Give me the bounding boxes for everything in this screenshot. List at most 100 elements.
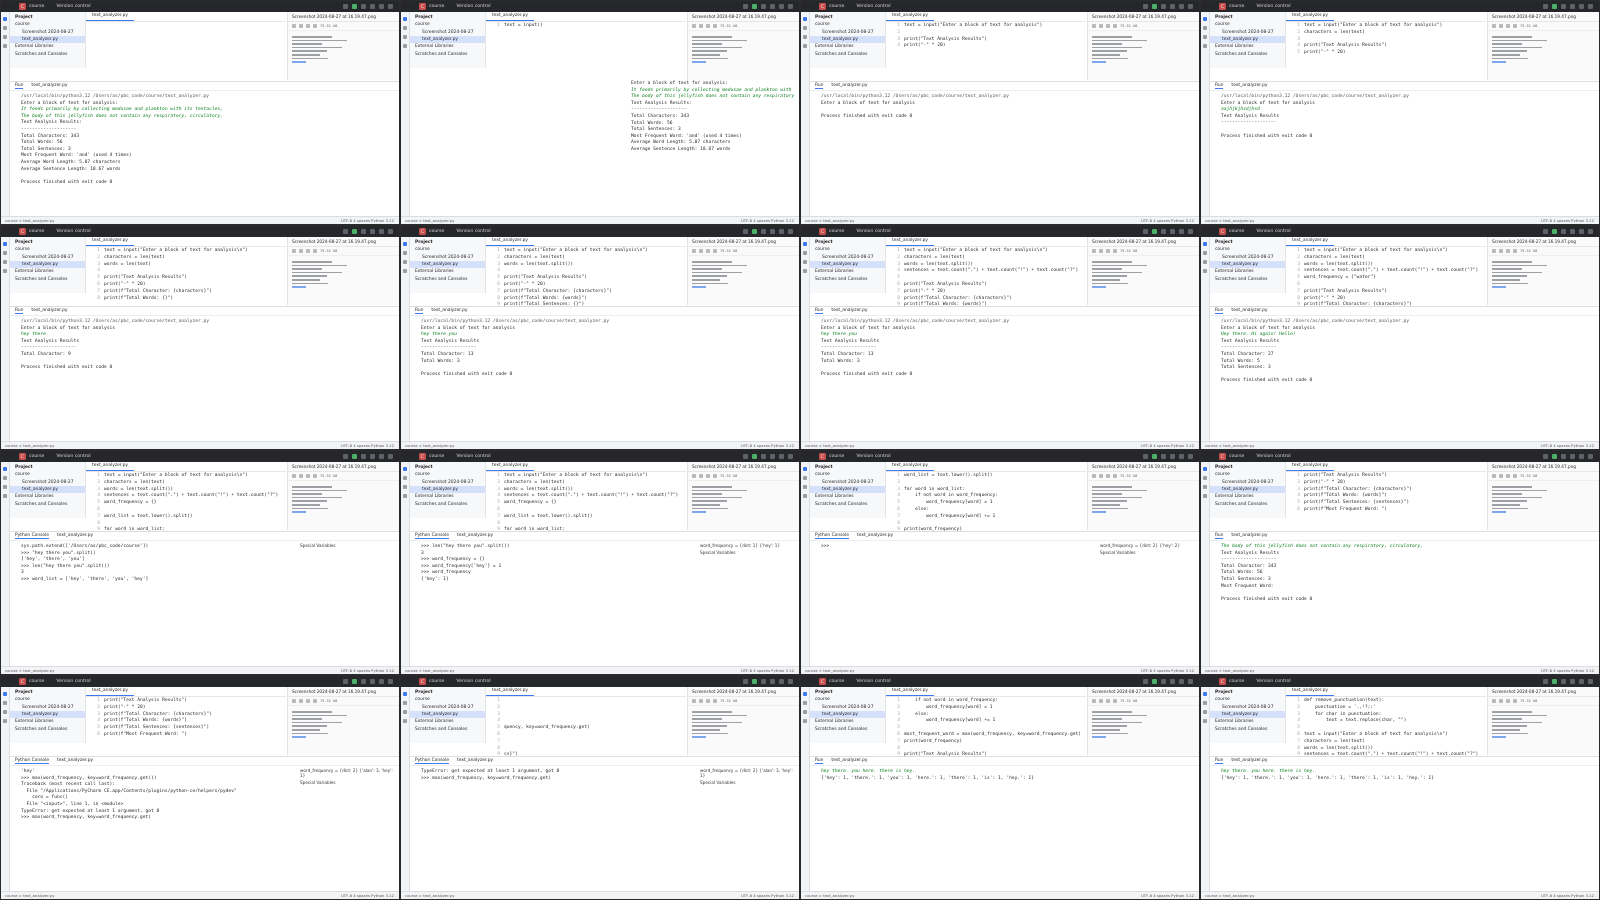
panel-tab[interactable]: Run bbox=[15, 83, 24, 89]
run-config-tab[interactable]: text_analyzer.py bbox=[1231, 308, 1267, 313]
project-name[interactable]: course bbox=[29, 229, 44, 234]
project-name[interactable]: course bbox=[429, 4, 444, 9]
zoom-in-icon[interactable] bbox=[699, 699, 703, 703]
run-config-icon[interactable] bbox=[743, 4, 748, 9]
search-icon[interactable] bbox=[1179, 454, 1184, 459]
preview-tab[interactable]: Screenshot 2024-08-27 at 16.19.47.png bbox=[288, 462, 399, 472]
preview-tab[interactable]: Screenshot 2024-08-27 at 16.19.47.png bbox=[288, 237, 399, 247]
more-tools-icon[interactable] bbox=[3, 269, 7, 273]
tree-item-course[interactable]: course bbox=[810, 696, 885, 703]
panel-tab[interactable]: Run bbox=[15, 308, 24, 314]
tree-item-screenshot-2024-08-27[interactable]: Screenshot 2024-08-27 bbox=[410, 28, 485, 35]
project-badge[interactable]: C bbox=[1219, 3, 1226, 10]
search-icon[interactable] bbox=[1179, 229, 1184, 234]
version-control-menu[interactable]: Version control bbox=[1256, 454, 1290, 459]
grid-icon[interactable] bbox=[713, 249, 717, 253]
project-badge[interactable]: C bbox=[819, 678, 826, 685]
tree-item-external-libraries[interactable]: External Libraries bbox=[810, 493, 885, 500]
debug-icon[interactable] bbox=[1561, 454, 1566, 459]
preview-tab[interactable]: Screenshot 2024-08-27 at 16.19.47.png bbox=[1488, 462, 1599, 472]
commit-icon[interactable] bbox=[3, 476, 7, 480]
status-info[interactable]: UTF-8 4 spaces Python 3.12 bbox=[1541, 893, 1594, 898]
tree-item-text-analyzer-py[interactable]: text_analyzer.py bbox=[1210, 35, 1285, 44]
commit-icon[interactable] bbox=[803, 701, 807, 705]
variable-item[interactable]: Special Variables bbox=[1100, 549, 1195, 556]
structure-icon[interactable] bbox=[1203, 485, 1207, 489]
status-path[interactable]: course > text_analyzer.py bbox=[5, 443, 54, 448]
commit-icon[interactable] bbox=[3, 26, 7, 30]
preview-tab[interactable]: Screenshot 2024-08-27 at 16.19.47.png bbox=[688, 12, 799, 22]
fit-icon[interactable] bbox=[706, 24, 710, 28]
grid-icon[interactable] bbox=[1513, 249, 1517, 253]
zoom-out-icon[interactable] bbox=[692, 24, 696, 28]
more-tools-icon[interactable] bbox=[403, 494, 407, 498]
grid-icon[interactable] bbox=[1113, 699, 1117, 703]
settings-icon[interactable] bbox=[388, 679, 393, 684]
run-config-icon[interactable] bbox=[1543, 229, 1548, 234]
project-tool-icon[interactable] bbox=[403, 467, 407, 471]
panel-tab[interactable]: Run bbox=[815, 758, 824, 764]
tree-item-text-analyzer-py[interactable]: text_analyzer.py bbox=[10, 35, 85, 44]
run-config-tab[interactable]: text_analyzer.py bbox=[31, 308, 67, 313]
tab-text-analyzer[interactable]: text_analyzer.py bbox=[86, 462, 135, 471]
project-badge[interactable]: C bbox=[419, 3, 426, 10]
tab-text-analyzer[interactable]: text_analyzer.py bbox=[86, 687, 135, 696]
run-icon[interactable] bbox=[352, 679, 357, 684]
more-tools-icon[interactable] bbox=[1203, 269, 1207, 273]
run-icon[interactable] bbox=[1152, 454, 1157, 459]
grid-icon[interactable] bbox=[1513, 699, 1517, 703]
run-config-tab[interactable]: text_analyzer.py bbox=[457, 533, 493, 538]
commit-icon[interactable] bbox=[803, 26, 807, 30]
project-name[interactable]: course bbox=[829, 229, 844, 234]
code-area[interactable]: 1 print("Text Analysis Results") 2 print("-… bbox=[1286, 472, 1486, 514]
project-badge[interactable]: C bbox=[19, 453, 26, 460]
status-info[interactable]: UTF-8 4 spaces Python 3.12 bbox=[741, 893, 794, 898]
zoom-out-icon[interactable] bbox=[692, 474, 696, 478]
grid-icon[interactable] bbox=[313, 699, 317, 703]
fit-icon[interactable] bbox=[1506, 24, 1510, 28]
project-panel-title[interactable]: Project bbox=[10, 237, 85, 246]
settings-icon[interactable] bbox=[1188, 4, 1193, 9]
tree-item-screenshot-2024-08-27[interactable]: Screenshot 2024-08-27 bbox=[810, 253, 885, 260]
search-icon[interactable] bbox=[1579, 4, 1584, 9]
run-config-tab[interactable]: text_analyzer.py bbox=[457, 758, 493, 763]
run-config-icon[interactable] bbox=[1543, 679, 1548, 684]
project-panel-title[interactable]: Project bbox=[810, 462, 885, 471]
more-tools-icon[interactable] bbox=[803, 269, 807, 273]
tree-item-scratches-and-consoles[interactable]: Scratches and Consoles bbox=[810, 501, 885, 508]
project-tool-icon[interactable] bbox=[403, 17, 407, 21]
commit-icon[interactable] bbox=[1203, 701, 1207, 705]
run-icon[interactable] bbox=[1552, 454, 1557, 459]
commit-icon[interactable] bbox=[3, 251, 7, 255]
code-editor[interactable]: text_analyzer.py bbox=[86, 12, 286, 76]
version-control-menu[interactable]: Version control bbox=[56, 679, 90, 684]
fit-icon[interactable] bbox=[1506, 699, 1510, 703]
tree-item-course[interactable]: course bbox=[410, 696, 485, 703]
code-editor[interactable]: text_analyzer.py 1 text = input("Enter a b… bbox=[886, 12, 1086, 76]
zoom-in-icon[interactable] bbox=[299, 474, 303, 478]
status-info[interactable]: UTF-8 4 spaces Python 3.12 bbox=[741, 668, 794, 673]
debug-icon[interactable] bbox=[1561, 679, 1566, 684]
tree-item-screenshot-2024-08-27[interactable]: Screenshot 2024-08-27 bbox=[10, 28, 85, 35]
code-editor[interactable]: text_analyzer.py 1 text = input("Enter a b… bbox=[86, 237, 286, 301]
commit-icon[interactable] bbox=[403, 251, 407, 255]
tree-item-screenshot-2024-08-27[interactable]: Screenshot 2024-08-27 bbox=[410, 478, 485, 485]
structure-icon[interactable] bbox=[3, 485, 7, 489]
status-path[interactable]: course > text_analyzer.py bbox=[805, 668, 854, 673]
project-tool-icon[interactable] bbox=[1203, 467, 1207, 471]
tree-item-text-analyzer-py[interactable]: text_analyzer.py bbox=[10, 710, 85, 719]
project-tool-icon[interactable] bbox=[403, 692, 407, 696]
grid-icon[interactable] bbox=[713, 474, 717, 478]
structure-icon[interactable] bbox=[3, 710, 7, 714]
version-control-menu[interactable]: Version control bbox=[856, 4, 890, 9]
tree-item-course[interactable]: course bbox=[1210, 21, 1285, 28]
commit-icon[interactable] bbox=[1203, 476, 1207, 480]
status-info[interactable]: UTF-8 4 spaces Python 3.12 bbox=[341, 893, 394, 898]
project-name[interactable]: course bbox=[1229, 229, 1244, 234]
settings-icon[interactable] bbox=[788, 4, 793, 9]
project-tool-icon[interactable] bbox=[3, 467, 7, 471]
settings-icon[interactable] bbox=[388, 4, 393, 9]
more-icon[interactable] bbox=[770, 4, 775, 9]
status-info[interactable]: UTF-8 4 spaces Python 3.12 bbox=[1541, 443, 1594, 448]
panel-tab[interactable]: Python Console bbox=[815, 533, 850, 539]
